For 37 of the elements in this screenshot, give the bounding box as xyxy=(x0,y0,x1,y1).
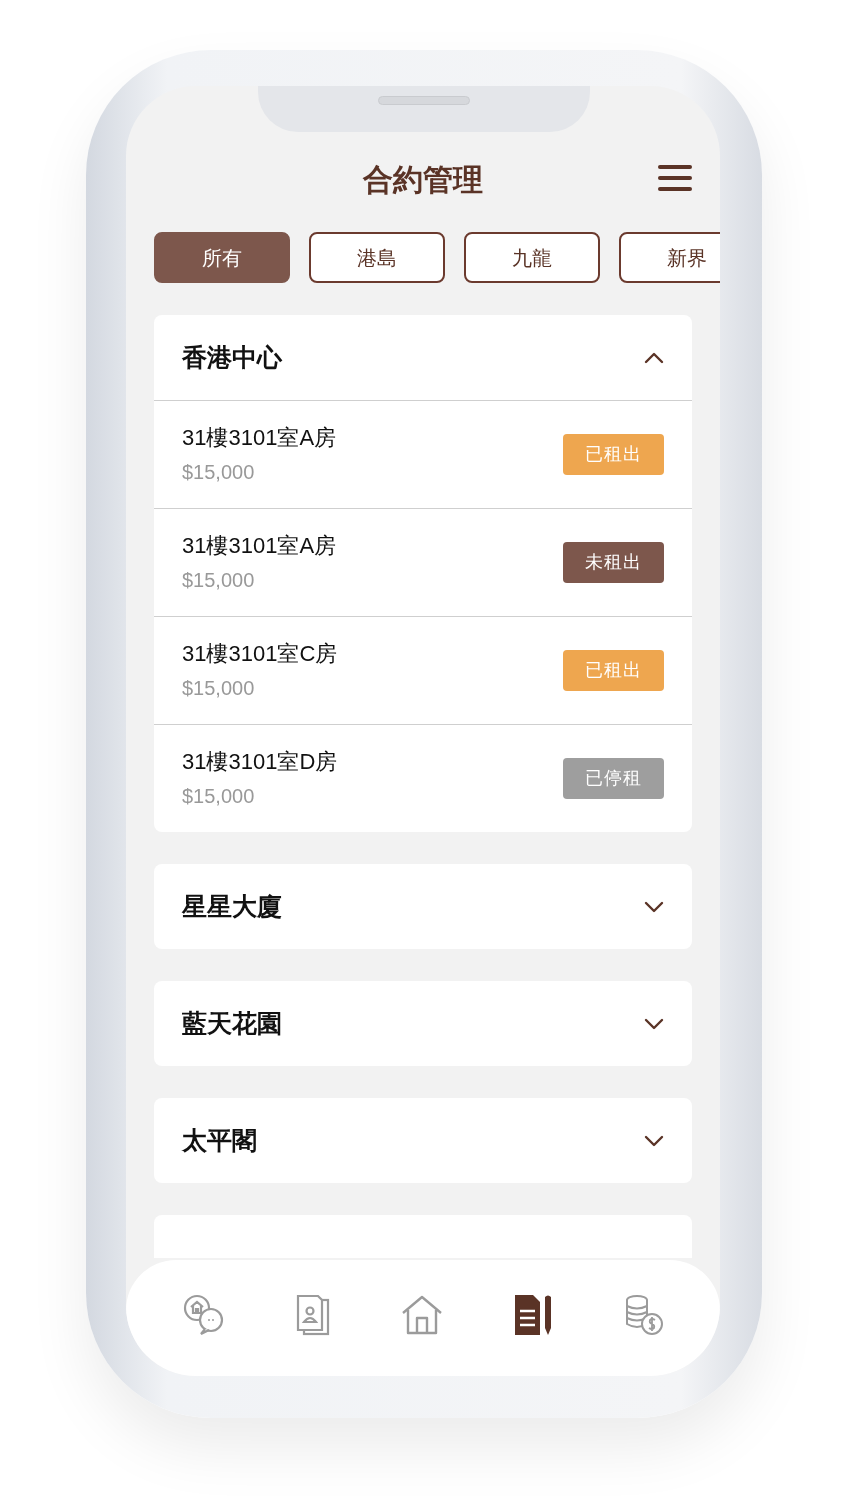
region-tab[interactable]: 九龍 xyxy=(464,232,600,283)
unit-rent: $15,000 xyxy=(182,675,256,701)
unit-row[interactable]: 31樓3101室A房 $15,000 已租出 xyxy=(154,400,692,508)
contract-pen-icon xyxy=(513,1294,554,1336)
coins-dollar-icon xyxy=(624,1295,663,1335)
building-name: 太平閣 xyxy=(182,1124,257,1156)
region-tab[interactable]: 港島 xyxy=(309,232,445,283)
unit-row[interactable]: 31樓3101室A房 $15,000 未租出 xyxy=(154,508,692,616)
status-badge: 已停租 xyxy=(563,758,664,799)
unit-rent: $15,000 xyxy=(182,567,256,593)
home-icon xyxy=(401,1295,443,1335)
menu-icon xyxy=(658,164,692,192)
status-badge: 已租出 xyxy=(563,650,664,691)
chat-bubbles-icon xyxy=(183,1294,226,1336)
unit-row[interactable]: 31樓3101室D房 $15,000 已停租 xyxy=(154,724,692,832)
unit-name: 31樓3101室D房 xyxy=(182,748,338,777)
unit-name: 31樓3101室A房 xyxy=(182,532,337,561)
building-name: 香港中心 xyxy=(182,341,282,373)
unit-name: 31樓3101室C房 xyxy=(182,640,338,669)
region-tab[interactable]: 所有 xyxy=(154,232,290,283)
page-title: 合約管理 xyxy=(363,161,483,198)
building-header[interactable]: 星星大廈 xyxy=(154,864,692,949)
building-name: 星星大廈 xyxy=(182,890,282,922)
status-badge: 未租出 xyxy=(563,542,664,583)
building-header[interactable]: 太平閣 xyxy=(154,1098,692,1183)
region-tab[interactable]: 新界 xyxy=(619,232,720,283)
building-name: 藍天花園 xyxy=(182,1007,282,1039)
unit-name: 31樓3101室A房 xyxy=(182,424,337,453)
contact-document-icon xyxy=(296,1294,331,1336)
unit-rent: $15,000 xyxy=(182,783,256,809)
building-header[interactable]: 香港中心 xyxy=(154,315,692,400)
menu-button[interactable] xyxy=(658,164,692,192)
building-header[interactable]: 藍天花園 xyxy=(154,981,692,1066)
unit-row[interactable]: 31樓3101室C房 $15,000 已租出 xyxy=(154,616,692,724)
unit-rent: $15,000 xyxy=(182,459,256,485)
status-badge: 已租出 xyxy=(563,434,664,475)
nav-tab[interactable] xyxy=(513,1294,554,1336)
